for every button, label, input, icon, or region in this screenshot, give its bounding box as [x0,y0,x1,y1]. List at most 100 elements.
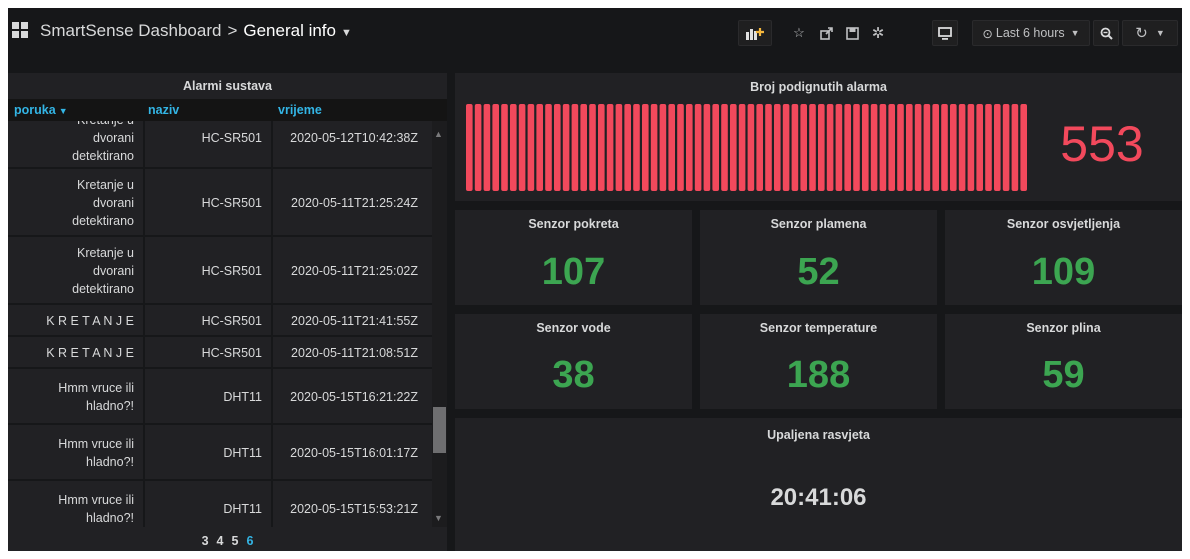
column-divider [271,237,273,305]
bar-gauge [466,104,1027,191]
gauge-cell [668,104,675,191]
share-button[interactable] [815,20,837,46]
panel-title: Senzor plina [1026,321,1101,335]
cell-naziv: HC-SR501 [201,314,262,328]
gauge-cell [835,104,843,191]
caret-down-icon: ▼ [1155,28,1165,38]
column-divider [143,369,145,425]
cell-naziv: HC-SR501 [201,131,262,145]
gauge-cell [545,104,552,191]
cell-poruka: Hmm vruce ili hladno?! [8,481,144,527]
gauge-cell [474,104,482,191]
gauge-cell [686,104,693,191]
stat-value: 188 [786,354,851,396]
gauge-cell [633,104,640,191]
table-header: poruka ▼ naziv vrijeme [8,99,447,121]
gauge-cell [888,104,895,191]
time-picker-button[interactable]: ⊙ Last 6 hours ▼ [972,20,1090,46]
column-divider [143,305,145,337]
gauge-cell [1020,104,1027,191]
cell-naziv: HC-SR501 [201,346,262,360]
gauge-cell [730,104,737,191]
gauge-cell [756,104,763,191]
time-range-label: Last 6 hours [995,26,1065,40]
gauge-cell [950,104,957,191]
table-row: K R E T A N J E HC-SR501 2020-05-11T21:41:… [8,305,432,337]
gauge-cell [774,104,781,191]
message-line: Kretanje u [72,121,134,129]
gauge-cell [941,104,948,191]
dashboard: SmartSense Dashboard > General info ▼ ☆ ✲ ⊙… [8,8,1182,551]
gauge-cell [466,104,473,191]
gauge-cell [897,104,904,191]
gauge-cell [782,104,790,191]
gauge-cell [650,104,658,191]
gauge-cell [642,104,649,191]
gauge-cell [712,104,719,191]
gauge-cell [1011,104,1019,191]
gauge-cell [738,104,746,191]
refresh-icon: ↻ [1135,25,1148,42]
page-link[interactable]: 3 [202,534,209,548]
column-header-naziv[interactable]: naziv [148,103,179,117]
stat-panel-senzor-plamena: Senzor plamena 52 [700,210,937,305]
gauge-cell [818,104,825,191]
alarm-count-value: 553 [1060,116,1144,172]
cell-poruka: Hmm vruce ili hladno?! [8,425,144,481]
cell-vrijeme: 2020-05-12T10:42:38Z [290,131,418,145]
gauge-cell [765,104,772,191]
gauge-cell [677,104,684,191]
page-link[interactable]: 5 [232,534,239,548]
column-divider [271,169,273,237]
gauge-cell [800,104,807,191]
breadcrumb-root[interactable]: SmartSense Dashboard [40,21,221,40]
sort-desc-icon: ▼ [58,106,68,116]
cell-naziv: DHT11 [223,446,262,460]
dashboard-grid-icon[interactable] [12,22,28,38]
tv-mode-button[interactable] [932,20,958,46]
column-divider [271,305,273,337]
clock-icon: ⊙ [982,26,993,41]
pagination: 3456 [8,534,447,548]
add-panel-icon [746,28,764,40]
table-scrollbar[interactable]: ▲ ▼ [432,121,447,527]
gauge-cell [791,104,799,191]
caret-down-icon: ▼ [1070,28,1080,38]
column-header-vrijeme[interactable]: vrijeme [278,103,322,117]
gauge-cell [571,104,579,191]
save-button[interactable] [841,20,863,46]
settings-button[interactable]: ✲ [867,20,889,46]
add-panel-button[interactable] [738,20,772,46]
breadcrumb-current[interactable]: General info [243,21,336,40]
lights-panel: Upaljena rasvjeta 20:41:06 [455,418,1182,551]
message-line: hladno?! [86,511,134,525]
column-divider [143,169,145,237]
gauge-cell [606,104,614,191]
star-button[interactable]: ☆ [788,20,810,46]
gauge-cell [554,104,561,191]
stat-value: 38 [552,354,595,396]
column-divider [271,369,273,425]
scroll-up-icon[interactable]: ▲ [434,129,443,139]
column-divider [143,237,145,305]
monitor-icon [938,26,952,40]
scroll-down-icon[interactable]: ▼ [434,513,443,523]
column-divider [271,337,273,369]
column-header-poruka[interactable]: poruka ▼ [14,103,68,117]
gauge-cell [826,104,834,191]
gauge-cell [976,104,983,191]
zoom-out-button[interactable] [1093,20,1119,46]
message-line: Hmm vruce ili [58,437,134,451]
refresh-button[interactable]: ↻ ▼ [1122,20,1178,46]
column-divider [143,425,145,481]
page-link[interactable]: 6 [246,534,253,548]
gauge-cell [518,104,526,191]
gauge-cell [703,104,711,191]
cell-poruka: K R E T A N J E [8,337,144,369]
lights-time-value: 20:41:06 [770,484,867,511]
cell-vrijeme: 2020-05-15T16:21:22Z [290,390,418,404]
scrollbar-thumb[interactable] [433,407,446,453]
caret-down-icon[interactable]: ▼ [341,27,352,39]
gauge-cell [870,104,878,191]
page-link[interactable]: 4 [217,534,224,548]
